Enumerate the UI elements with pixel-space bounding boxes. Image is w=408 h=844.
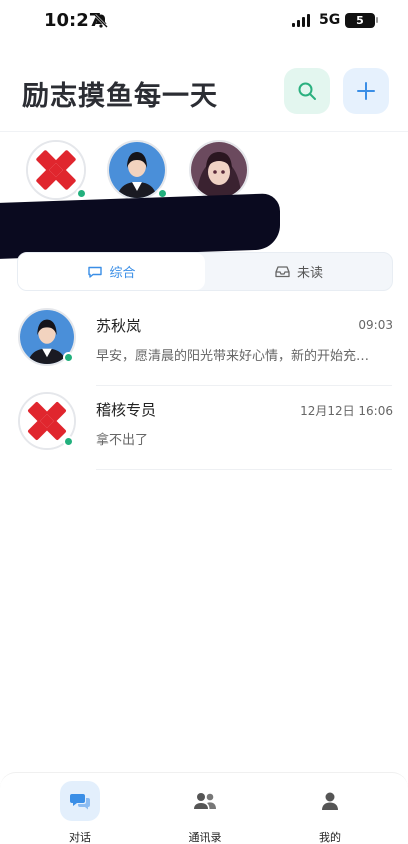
bottom-nav: 对话 通讯录 我的 (0, 772, 408, 844)
bell-muted-icon (94, 14, 108, 28)
battery-icon: 5 (345, 13, 375, 28)
battery-cap (376, 17, 378, 23)
contact-name: 稽核专员 (96, 401, 157, 419)
online-indicator (76, 188, 87, 199)
redacted-area (0, 193, 280, 259)
nav-contacts-label: 通讯录 (188, 831, 222, 844)
add-button[interactable] (343, 68, 389, 114)
status-bar: 10:27 5G 5 (0, 0, 408, 44)
nav-me-icon-wrap (310, 781, 350, 821)
conversation-filter-tabs: 综合 未读 (17, 252, 393, 291)
online-indicator (63, 436, 74, 447)
page-title: 励志摸鱼每一天 (22, 81, 218, 112)
nav-contacts-icon-wrap (185, 781, 225, 821)
inbox-icon (275, 265, 290, 277)
tab-unread-label: 未读 (296, 266, 323, 281)
person-icon (322, 792, 338, 810)
chat-bubble-icon (88, 266, 103, 278)
woman-portrait-icon (109, 142, 165, 198)
contacts-icon (194, 793, 216, 809)
chat-bubbles-icon (70, 794, 90, 810)
signal-icon (292, 14, 310, 27)
nav-me-label: 我的 (319, 831, 341, 844)
conversation-item[interactable]: 苏秋岚 09:03 早安，愿清晨的阳光带来好心情，新的开始充… (0, 300, 408, 386)
message-preview: 拿不出了 (96, 433, 149, 448)
conversation-item[interactable]: 稽核专员 12月12日 16:06 拿不出了 (0, 384, 408, 470)
anime-girl-portrait-icon (191, 142, 247, 198)
nav-chats[interactable]: 对话 (40, 781, 120, 844)
header-divider (0, 131, 408, 132)
tab-unread[interactable]: 未读 (205, 253, 392, 290)
message-time: 12月12日 16:06 (300, 404, 393, 418)
nav-contacts[interactable]: 通讯录 (165, 781, 245, 844)
nav-me[interactable]: 我的 (290, 781, 370, 844)
tab-all-label: 综合 (109, 266, 136, 281)
search-icon (298, 82, 316, 100)
network-type: 5G (319, 12, 341, 28)
nav-chats-label: 对话 (69, 831, 91, 844)
message-time: 09:03 (358, 318, 393, 332)
red-x-logo-icon (28, 142, 84, 198)
contact-avatar-anime-girl[interactable] (189, 140, 249, 200)
plus-icon (357, 82, 375, 100)
divider (96, 469, 392, 470)
message-preview: 早安，愿清晨的阳光带来好心情，新的开始充… (96, 349, 370, 364)
tab-all[interactable]: 综合 (18, 253, 205, 290)
contact-name: 苏秋岚 (96, 317, 142, 335)
online-indicator (63, 352, 74, 363)
nav-chats-icon-wrap (60, 781, 100, 821)
online-contacts-row (0, 140, 408, 200)
search-button[interactable] (284, 68, 330, 114)
